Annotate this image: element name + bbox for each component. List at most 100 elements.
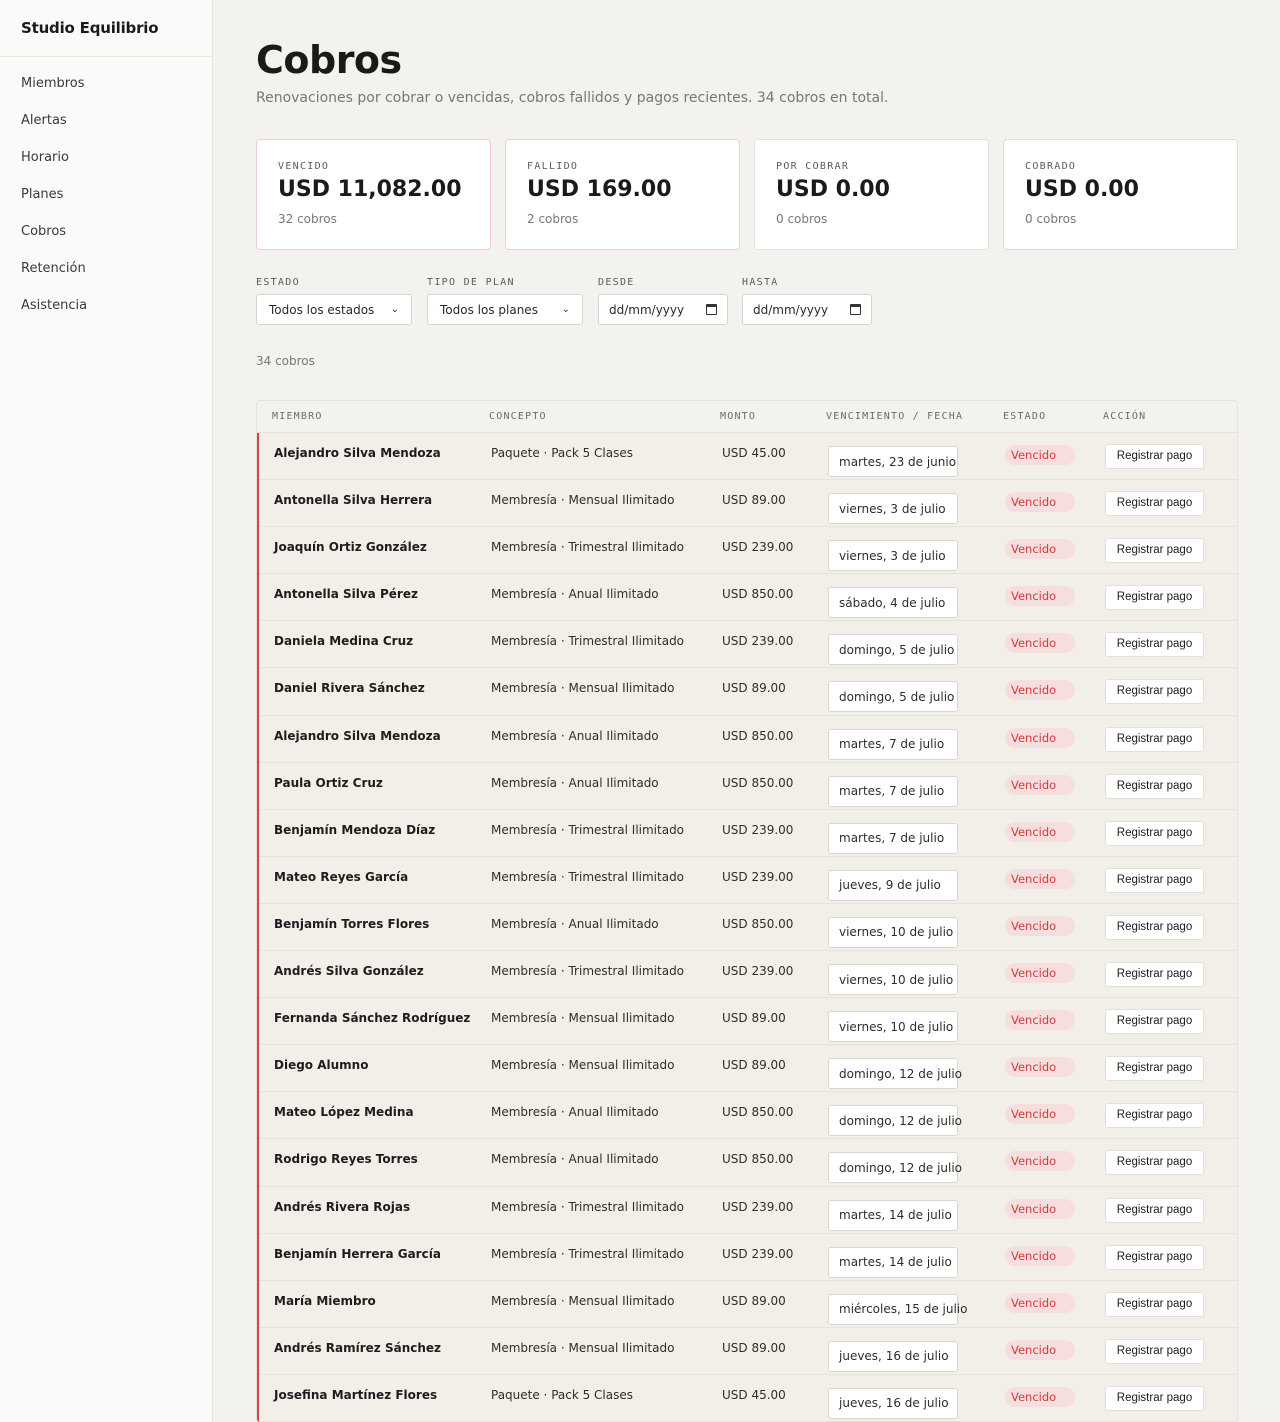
charge-concept: Membresía · Trimestral Ilimitado — [491, 1246, 685, 1261]
charge-amount: USD 239.00 — [722, 1246, 794, 1261]
due-date: domingo, 5 de julio — [828, 681, 958, 713]
status-badge: Vencido — [1005, 868, 1075, 889]
card-count: 32 cobros — [278, 212, 337, 226]
table-row: Daniela Medina Cruz Membresía · Trimestra… — [259, 621, 1237, 669]
hasta-date-input[interactable]: dd/mm/yyyy — [742, 294, 872, 325]
register-payment-button[interactable]: Registrar pago — [1105, 1150, 1204, 1176]
summary-card-cobrado: COBRADO USD 0.00 0 cobros — [1003, 139, 1238, 250]
due-date: martes, 7 de julio — [828, 775, 958, 807]
member-name: María Miembro — [274, 1293, 376, 1308]
member-name: Josefina Martínez Flores — [274, 1387, 438, 1402]
due-date: domingo, 12 de julio — [828, 1152, 962, 1184]
table-row: Paula Ortiz Cruz Membresía · Anual Ilimit… — [259, 763, 1237, 810]
table-row: Rodrigo Reyes Torres Membresía · Anual Il… — [259, 1139, 1237, 1187]
filter-desde: DESDE dd/mm/yyyy — [598, 277, 728, 325]
status-badge: Vencido — [1005, 1151, 1075, 1172]
charge-amount: USD 45.00 — [722, 1387, 786, 1402]
card-label: VENCIDO — [278, 161, 330, 172]
register-payment-button[interactable]: Registrar pago — [1105, 632, 1204, 658]
filter-desde-label: DESDE — [598, 277, 635, 288]
sidebar-item-horario[interactable]: Horario — [0, 139, 212, 176]
due-date: martes, 14 de julio — [828, 1199, 958, 1231]
due-date: viernes, 10 de julio — [828, 916, 958, 948]
table-row: Antonella Silva Herrera Membresía · Mensu… — [259, 480, 1237, 528]
sidebar-item-retencion[interactable]: Retención — [0, 250, 212, 287]
table-row: Andrés Silva González Membresía · Trimest… — [259, 951, 1237, 999]
sidebar-item-asistencia[interactable]: Asistencia — [0, 287, 212, 324]
calendar-icon[interactable] — [850, 304, 861, 315]
register-payment-button[interactable]: Registrar pago — [1105, 1244, 1204, 1270]
member-name: Mateo López Medina — [274, 1105, 414, 1120]
estado-select[interactable]: Todos los estados ⌄ — [256, 294, 412, 325]
register-payment-button[interactable]: Registrar pago — [1105, 1291, 1204, 1317]
member-name: Andrés Ramírez Sánchez — [274, 1340, 442, 1355]
hasta-date-value: dd/mm/yyyy — [753, 302, 829, 317]
register-payment-button[interactable]: Registrar pago — [1105, 1103, 1204, 1129]
charge-concept: Membresía · Mensual Ilimitado — [491, 1011, 675, 1026]
register-payment-button[interactable]: Registrar pago — [1105, 914, 1204, 940]
member-name: Daniela Medina Cruz — [274, 634, 414, 649]
member-name: Paula Ortiz Cruz — [274, 775, 383, 790]
charge-amount: USD 239.00 — [722, 1199, 794, 1214]
register-payment-button[interactable]: Registrar pago — [1105, 1338, 1204, 1364]
charge-concept: Membresía · Mensual Ilimitado — [491, 1293, 675, 1308]
charge-concept: Membresía · Trimestral Ilimitado — [491, 822, 685, 837]
register-payment-button[interactable]: Registrar pago — [1105, 773, 1204, 799]
charge-concept: Membresía · Anual Ilimitado — [491, 1152, 659, 1167]
summary-card-fallido: FALLIDO USD 169.00 2 cobros — [505, 139, 740, 250]
filter-estado-label: ESTADO — [256, 277, 300, 288]
page-subtitle: Renovaciones por cobrar o vencidas, cobr… — [256, 90, 889, 106]
charge-amount: USD 239.00 — [722, 822, 794, 837]
charge-concept: Membresía · Trimestral Ilimitado — [491, 540, 685, 555]
register-payment-button[interactable]: Registrar pago — [1105, 491, 1204, 517]
status-badge: Vencido — [1005, 680, 1075, 701]
register-payment-button[interactable]: Registrar pago — [1105, 1385, 1204, 1411]
column-header-accion: ACCIÓN — [1103, 411, 1147, 422]
register-payment-button[interactable]: Registrar pago — [1105, 679, 1204, 705]
register-payment-button[interactable]: Registrar pago — [1105, 962, 1204, 988]
member-name: Rodrigo Reyes Torres — [274, 1152, 418, 1167]
plan-select[interactable]: Todos los planes ⌄ — [427, 294, 583, 325]
sidebar-item-alertas[interactable]: Alertas — [0, 102, 212, 139]
sidebar-item-miembros[interactable]: Miembros — [0, 65, 212, 102]
due-date: martes, 7 de julio — [828, 822, 958, 854]
status-badge: Vencido — [1005, 539, 1075, 560]
status-badge: Vencido — [1005, 1292, 1075, 1313]
calendar-icon[interactable] — [706, 304, 717, 315]
member-name: Andrés Rivera Rojas — [274, 1199, 411, 1214]
filter-hasta-label: HASTA — [742, 277, 779, 288]
member-name: Joaquín Ortiz González — [274, 540, 427, 555]
register-payment-button[interactable]: Registrar pago — [1105, 867, 1204, 893]
card-value: USD 0.00 — [1025, 177, 1139, 202]
sidebar-item-cobros[interactable]: Cobros — [0, 213, 212, 250]
register-payment-button[interactable]: Registrar pago — [1105, 726, 1204, 752]
table-row: Benjamín Torres Flores Membresía · Anual … — [259, 904, 1237, 952]
member-name: Antonella Silva Pérez — [274, 587, 418, 602]
sidebar-item-planes[interactable]: Planes — [0, 176, 212, 213]
table-body: Alejandro Silva Mendoza Paquete · Pack 5 … — [257, 433, 1237, 1422]
chevron-down-icon: ⌄ — [561, 304, 570, 315]
filter-plan-label: TIPO DE PLAN — [427, 277, 515, 288]
card-count: 0 cobros — [776, 212, 828, 226]
card-label: POR COBRAR — [776, 161, 850, 172]
table-row: Daniel Rivera Sánchez Membresía · Mensual… — [259, 668, 1237, 716]
register-payment-button[interactable]: Registrar pago — [1105, 444, 1204, 469]
desde-date-input[interactable]: dd/mm/yyyy — [598, 294, 728, 325]
register-payment-button[interactable]: Registrar pago — [1105, 538, 1204, 564]
card-count: 2 cobros — [527, 212, 579, 226]
due-date: martes, 7 de julio — [828, 728, 958, 760]
register-payment-button[interactable]: Registrar pago — [1105, 820, 1204, 846]
register-payment-button[interactable]: Registrar pago — [1105, 1056, 1204, 1082]
table-row: Alejandro Silva Mendoza Paquete · Pack 5 … — [259, 433, 1237, 481]
charge-amount: USD 850.00 — [722, 1152, 794, 1167]
register-payment-button[interactable]: Registrar pago — [1105, 1009, 1204, 1035]
table-row: Andrés Rivera Rojas Membresía · Trimestra… — [259, 1187, 1237, 1234]
member-name: Benjamín Mendoza Díaz — [274, 822, 436, 837]
summary-card-vencido: VENCIDO USD 11,082.00 32 cobros — [256, 139, 491, 250]
register-payment-button[interactable]: Registrar pago — [1105, 1197, 1204, 1223]
status-badge: Vencido — [1005, 1010, 1075, 1031]
charge-concept: Membresía · Anual Ilimitado — [491, 1105, 659, 1120]
charge-amount: USD 850.00 — [722, 728, 794, 743]
register-payment-button[interactable]: Registrar pago — [1105, 585, 1204, 611]
charge-concept: Membresía · Anual Ilimitado — [491, 587, 659, 602]
